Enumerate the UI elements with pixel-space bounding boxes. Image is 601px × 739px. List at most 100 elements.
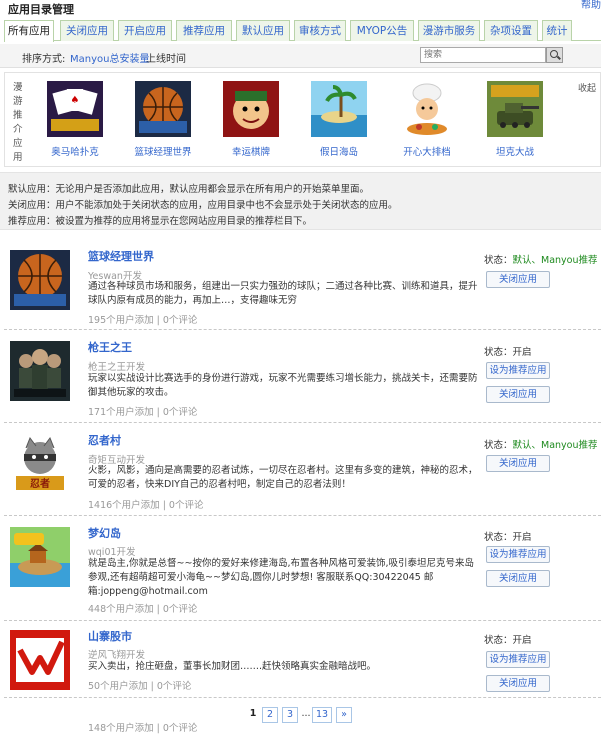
- svg-text:忍者: 忍者: [30, 477, 50, 490]
- ninja-icon: 忍者: [10, 434, 70, 494]
- page-link-last[interactable]: 13: [312, 707, 332, 723]
- basketball-icon: [10, 250, 70, 310]
- app-status: 状态：默认、Manyou推荐: [484, 252, 598, 266]
- featured-apps-panel: 漫游推介应用 收起 ♠ 奥马哈扑克 篮球经理世界 幸运棋牌 假日海岛 开心大排档…: [4, 72, 601, 167]
- tab-recommended-apps[interactable]: 推荐应用: [176, 20, 232, 41]
- close-app-button[interactable]: 关闭应用: [486, 570, 550, 587]
- sort-by-time[interactable]: 上线时间: [146, 50, 186, 65]
- featured-app[interactable]: 开心大排档: [387, 81, 467, 158]
- app-stats: 171个用户添加 | 0个评论: [88, 407, 198, 418]
- app-name[interactable]: 忍者村: [88, 432, 121, 448]
- app-status: 状态：开启: [484, 529, 532, 543]
- tab-all-apps[interactable]: 所有应用: [4, 20, 54, 42]
- close-app-button[interactable]: 关闭应用: [486, 675, 550, 692]
- app-status: 状态：开启: [484, 344, 532, 358]
- sort-label: 排序方式:: [22, 54, 66, 65]
- app-stats: 195个用户添加 | 0个评论: [88, 315, 198, 326]
- app-name[interactable]: 山寨股市: [88, 628, 132, 644]
- app-developer: wqi01开发: [88, 547, 136, 558]
- app-name[interactable]: 篮球经理世界: [88, 248, 154, 264]
- status-label: 状态：: [484, 635, 513, 646]
- featured-app[interactable]: 幸运棋牌: [211, 81, 291, 158]
- status-value: 开启: [512, 347, 532, 358]
- sort-by-installs[interactable]: Manyou总安装量: [70, 50, 149, 65]
- app-description: 火影，风影，通向是高需要的忍者试炼，一切尽在忍者村。这里有多变的建筑，神秘的忍术…: [88, 465, 478, 490]
- soldiers-icon: [10, 341, 70, 401]
- status-value: 开启: [512, 532, 532, 543]
- app-description: 买入卖出，抢庄砸盘，董事长加财团…….赶快领略真实金融暗战吧。: [88, 661, 377, 672]
- tab-statistics[interactable]: 统计: [542, 20, 572, 41]
- status-value: 默认、Manyou推荐: [512, 255, 598, 266]
- app-developer: 逆风飞翔开发: [88, 650, 146, 661]
- featured-app-name: 假日海岛: [319, 147, 358, 158]
- app-row: 梦幻岛 wqi01开发 就是岛主,你就是总督~~按你的爱好来修建海岛,布置各种风…: [4, 517, 601, 621]
- app-description: 就是岛主,你就是总督~~按你的爱好来修建海岛,布置各种风格可爱装饰,吸引泰坦尼克…: [88, 558, 474, 597]
- app-row: 山寨股市 逆风飞翔开发 买入卖出，抢庄砸盘，董事长加财团…….赶快领略真实金融暗…: [4, 622, 601, 698]
- tab-default-apps[interactable]: 默认应用: [236, 20, 290, 41]
- tab-myop-notice[interactable]: MYOP公告: [350, 20, 414, 41]
- app-stats: 1416个用户添加 | 0个评论: [88, 500, 204, 511]
- page-link[interactable]: 3: [282, 707, 298, 723]
- status-label: 状态：: [484, 255, 513, 266]
- featured-app[interactable]: ♠ 奥马哈扑克: [35, 81, 115, 158]
- dream-island-icon: [10, 527, 70, 587]
- collapse-link[interactable]: 收起: [578, 81, 596, 94]
- app-name[interactable]: 梦幻岛: [88, 525, 121, 541]
- note-closed: 关闭应用：用户不能添加处于关闭状态的应用，应用目录中也不会显示处于关闭状态的应用…: [8, 200, 398, 211]
- luck-character-icon: [223, 81, 279, 137]
- title-bar: 应用目录管理 帮助: [0, 0, 601, 16]
- search-icon[interactable]: [546, 47, 563, 63]
- featured-app[interactable]: 坦克大战: [475, 81, 555, 158]
- app-name[interactable]: 枪王之王: [88, 339, 132, 355]
- app-status: 状态：默认、Manyou推荐: [484, 437, 598, 451]
- page-current: 1: [249, 708, 257, 719]
- set-recommended-button[interactable]: 设为推荐应用: [486, 546, 550, 563]
- tab-misc-settings[interactable]: 杂项设置: [484, 20, 538, 41]
- app-description: 通过各种球员市场和服务，组建出一只实力强劲的球队；二通过各种比赛、训练和道具，提…: [88, 281, 478, 306]
- app-stats: 50个用户添加 | 0个评论: [88, 681, 192, 692]
- tab-closed-apps[interactable]: 关闭应用: [60, 20, 114, 41]
- close-app-button[interactable]: 关闭应用: [486, 455, 550, 472]
- app-stats: 448个用户添加 | 0个评论: [88, 604, 198, 615]
- page-ellipsis: ...: [301, 708, 311, 719]
- stock-chart-icon: [10, 630, 70, 690]
- search-input[interactable]: [420, 47, 546, 63]
- tab-open-apps[interactable]: 开启应用: [118, 20, 172, 41]
- note-recommended: 推荐应用：被设置为推荐的应用将显示在您网站应用目录的推荐栏目下。: [8, 216, 313, 227]
- app-status: 状态：开启: [484, 632, 532, 646]
- svg-text:♠: ♠: [71, 95, 80, 106]
- featured-app-name: 坦克大战: [495, 147, 534, 158]
- tab-bar: 所有应用 关闭应用 开启应用 推荐应用 默认应用 审核方式 MYOP公告 漫游市…: [4, 20, 601, 42]
- poker-cards-icon: ♠: [47, 81, 103, 137]
- help-link[interactable]: 帮助: [581, 0, 601, 11]
- page-next-button[interactable]: »: [336, 707, 352, 723]
- sort-bar: 排序方式: Manyou总安装量 上线时间: [0, 44, 601, 68]
- app-row: 忍者 忍者村 奇矩互动开发 火影，风影，通向是高需要的忍者试炼，一切尽在忍者村。…: [4, 424, 601, 516]
- status-value: 默认、Manyou推荐: [512, 440, 598, 451]
- set-recommended-button[interactable]: 设为推荐应用: [486, 362, 550, 379]
- close-app-button[interactable]: 关闭应用: [486, 271, 550, 288]
- app-developer: 枪王之王开发: [88, 362, 146, 373]
- page-link[interactable]: 2: [262, 707, 278, 723]
- partial-app-stats: 148个用户添加 | 0个评论: [88, 723, 198, 734]
- featured-app[interactable]: 篮球经理世界: [123, 81, 203, 158]
- chef-icon: [399, 81, 455, 137]
- featured-label: 漫游推介应用: [13, 82, 23, 163]
- featured-app[interactable]: 假日海岛: [299, 81, 379, 158]
- page-title: 应用目录管理: [8, 3, 74, 16]
- tank-icon: [487, 81, 543, 137]
- tab-roaming-market[interactable]: 漫游市服务: [418, 20, 480, 41]
- status-value: 开启: [512, 635, 532, 646]
- close-app-button[interactable]: 关闭应用: [486, 386, 550, 403]
- status-label: 状态：: [484, 347, 513, 358]
- status-label: 状态：: [484, 440, 513, 451]
- app-row: 篮球经理世界 Yeswan开发 通过各种球员市场和服务，组建出一只实力强劲的球队…: [4, 240, 601, 330]
- notes-panel: 默认应用：无论用户是否添加此应用，默认应用都会显示在所有用户的开始菜单里面。 关…: [0, 172, 601, 230]
- app-description: 玩家以实战设计比赛选手的身份进行游戏，玩家不光需要练习增长能力，挑战关卡，还需要…: [88, 373, 478, 398]
- app-row: 枪王之王 枪王之王开发 玩家以实战设计比赛选手的身份进行游戏，玩家不光需要练习增…: [4, 331, 601, 423]
- tab-review-mode[interactable]: 审核方式: [294, 20, 346, 41]
- note-default: 默认应用：无论用户是否添加此应用，默认应用都会显示在所有用户的开始菜单里面。: [8, 184, 370, 195]
- featured-app-name: 幸运棋牌: [231, 147, 270, 158]
- set-recommended-button[interactable]: 设为推荐应用: [486, 651, 550, 668]
- featured-app-name: 开心大排档: [403, 147, 451, 158]
